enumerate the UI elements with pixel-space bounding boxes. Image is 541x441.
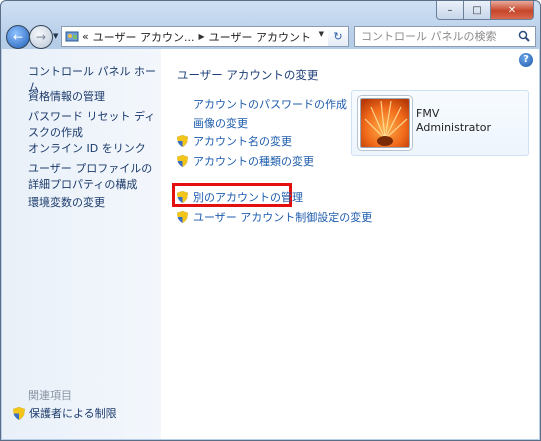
breadcrumb-user-accounts-parent[interactable]: ユーザー アカウン... xyxy=(93,29,195,45)
sidebar-link-environment-variables[interactable]: 環境変数の変更 xyxy=(28,195,156,211)
address-row: ← → ▼ « ユーザー アカウン... ▶ ユーザー アカウント ▼ ↻ xyxy=(1,23,540,51)
address-bar[interactable]: « ユーザー アカウン... ▶ ユーザー アカウント ▼ xyxy=(61,26,329,47)
breadcrumb-user-accounts[interactable]: ユーザー アカウント xyxy=(209,29,311,45)
shield-icon xyxy=(13,406,25,420)
user-role: Administrator xyxy=(416,121,491,134)
task-change-account-type[interactable]: アカウントの種類の変更 xyxy=(177,153,314,169)
shield-icon xyxy=(177,211,188,223)
avatar xyxy=(360,98,410,148)
back-button[interactable]: ← xyxy=(6,25,30,49)
related-heading: 関連項目 xyxy=(28,389,72,402)
title-bar: – □ ✕ xyxy=(1,1,540,23)
sidebar-link-online-id[interactable]: オンライン ID をリンク xyxy=(28,141,156,157)
search-icon[interactable] xyxy=(518,30,530,42)
maximize-button[interactable]: □ xyxy=(464,1,491,20)
task-uac-settings-label[interactable]: ユーザー アカウント制御設定の変更 xyxy=(193,209,372,225)
address-dropdown-icon[interactable]: ▼ xyxy=(319,30,324,38)
sidebar-link-password-reset-disk[interactable]: パスワード リセット ディスクの作成 xyxy=(28,109,156,141)
control-panel-window: – □ ✕ ← → ▼ « ユーザー アカウン... ▶ ユーザー アカウント … xyxy=(0,0,541,441)
main-panel: ? ユーザー アカウントの変更 アカウントのパスワードの作成 画像の変更 アカウ… xyxy=(161,49,539,439)
search-input[interactable] xyxy=(355,29,513,44)
search-box[interactable] xyxy=(354,26,536,47)
task-manage-another-account[interactable]: 別のアカウントの管理 xyxy=(177,189,303,205)
content-area: コントロール パネル ホーム 資格情報の管理 パスワード リセット ディスクの作… xyxy=(2,49,539,439)
chevron-right-icon[interactable]: ▶ xyxy=(199,32,205,41)
control-panel-icon xyxy=(65,31,79,41)
task-change-account-name-label[interactable]: アカウント名の変更 xyxy=(193,133,292,149)
minimize-button[interactable]: – xyxy=(436,1,464,20)
task-change-account-type-label[interactable]: アカウントの種類の変更 xyxy=(193,153,314,169)
forward-button[interactable]: → xyxy=(29,25,53,49)
user-name: FMV xyxy=(416,107,440,120)
parental-controls-link[interactable]: 保護者による制限 xyxy=(13,405,117,421)
user-account-card: FMV Administrator xyxy=(351,90,529,156)
sidebar-link-profile-properties[interactable]: ユーザー プロファイルの詳細プロパティの構成 xyxy=(28,161,156,193)
shield-icon xyxy=(177,135,188,147)
task-uac-settings[interactable]: ユーザー アカウント制御設定の変更 xyxy=(177,209,372,225)
help-icon[interactable]: ? xyxy=(519,53,533,67)
flower-avatar-icon xyxy=(361,99,409,147)
shield-icon xyxy=(177,191,188,203)
page-title: ユーザー アカウントの変更 xyxy=(177,68,319,82)
task-change-account-name[interactable]: アカウント名の変更 xyxy=(177,133,292,149)
task-manage-another-account-label[interactable]: 別のアカウントの管理 xyxy=(193,189,303,205)
close-button[interactable]: ✕ xyxy=(491,1,534,20)
recent-pages-dropdown-icon[interactable]: ▼ xyxy=(53,32,58,40)
shield-icon xyxy=(177,155,188,167)
parental-controls-label[interactable]: 保護者による制限 xyxy=(29,405,117,421)
task-change-picture[interactable]: 画像の変更 xyxy=(193,115,248,131)
caption-buttons: – □ ✕ xyxy=(436,1,534,20)
sidebar: コントロール パネル ホーム 資格情報の管理 パスワード リセット ディスクの作… xyxy=(2,49,161,439)
refresh-button[interactable]: ↻ xyxy=(328,26,349,47)
breadcrumb-overflow[interactable]: « xyxy=(82,30,89,43)
task-create-password[interactable]: アカウントのパスワードの作成 xyxy=(193,96,347,112)
sidebar-link-credential-manager[interactable]: 資格情報の管理 xyxy=(28,89,156,105)
